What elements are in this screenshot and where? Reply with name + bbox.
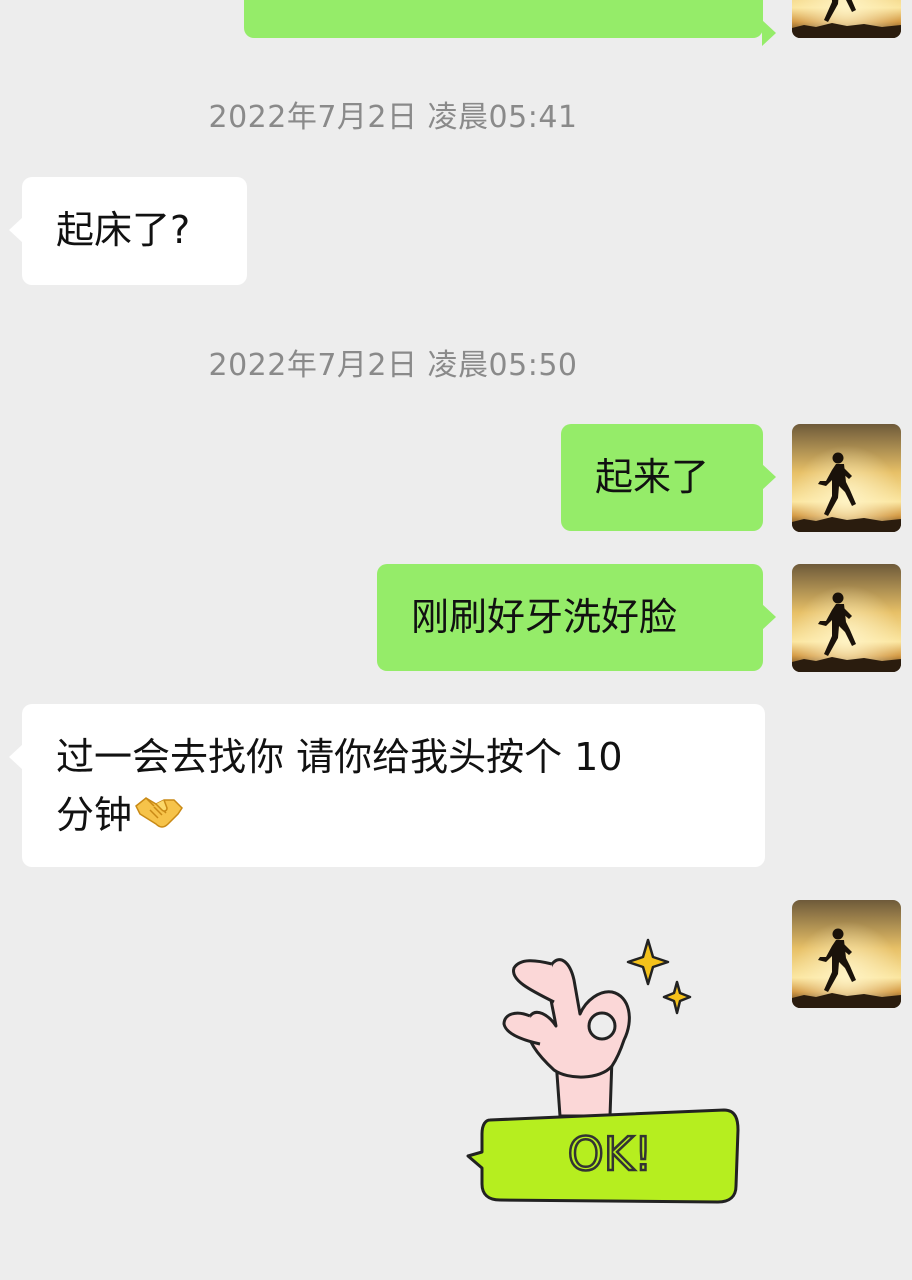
sticker-text: OK! <box>568 1127 653 1181</box>
runner-avatar-icon <box>792 564 901 672</box>
message-text: 起来了 <box>595 455 710 499</box>
message-text: 起床了? <box>56 208 191 252</box>
runner-avatar-icon <box>792 900 901 1008</box>
my-avatar[interactable] <box>792 0 901 38</box>
my-avatar[interactable] <box>792 424 901 532</box>
outgoing-message-bubble[interactable]: 起来了 <box>561 424 776 531</box>
ok-hand-sticker-image: OK! <box>466 938 740 1204</box>
previous-outgoing-message-bubble[interactable] <box>244 0 776 46</box>
my-avatar[interactable] <box>792 564 901 672</box>
my-avatar[interactable] <box>792 900 901 1008</box>
message-text-line: 过一会去找你 请你给我头按个 10 <box>56 735 623 779</box>
chat-timestamp: 2022年7月2日 凌晨05:50 <box>208 348 578 383</box>
chat-timestamp: 2022年7月2日 凌晨05:41 <box>208 100 578 135</box>
runner-avatar-icon <box>792 424 901 532</box>
incoming-message-bubble[interactable]: 过一会去找你 请你给我头按个 10 分钟 <box>9 704 765 867</box>
message-text-line: 分钟 <box>56 793 133 837</box>
incoming-message-bubble[interactable]: 起床了? <box>9 177 247 285</box>
ok-hand-sticker[interactable]: OK! <box>460 930 760 1220</box>
handshake-emoji-icon <box>135 797 183 828</box>
outgoing-message-bubble[interactable]: 刚刷好牙洗好脸 <box>377 564 776 671</box>
message-text: 刚刷好牙洗好脸 <box>411 595 678 639</box>
runner-avatar-icon <box>792 0 901 38</box>
